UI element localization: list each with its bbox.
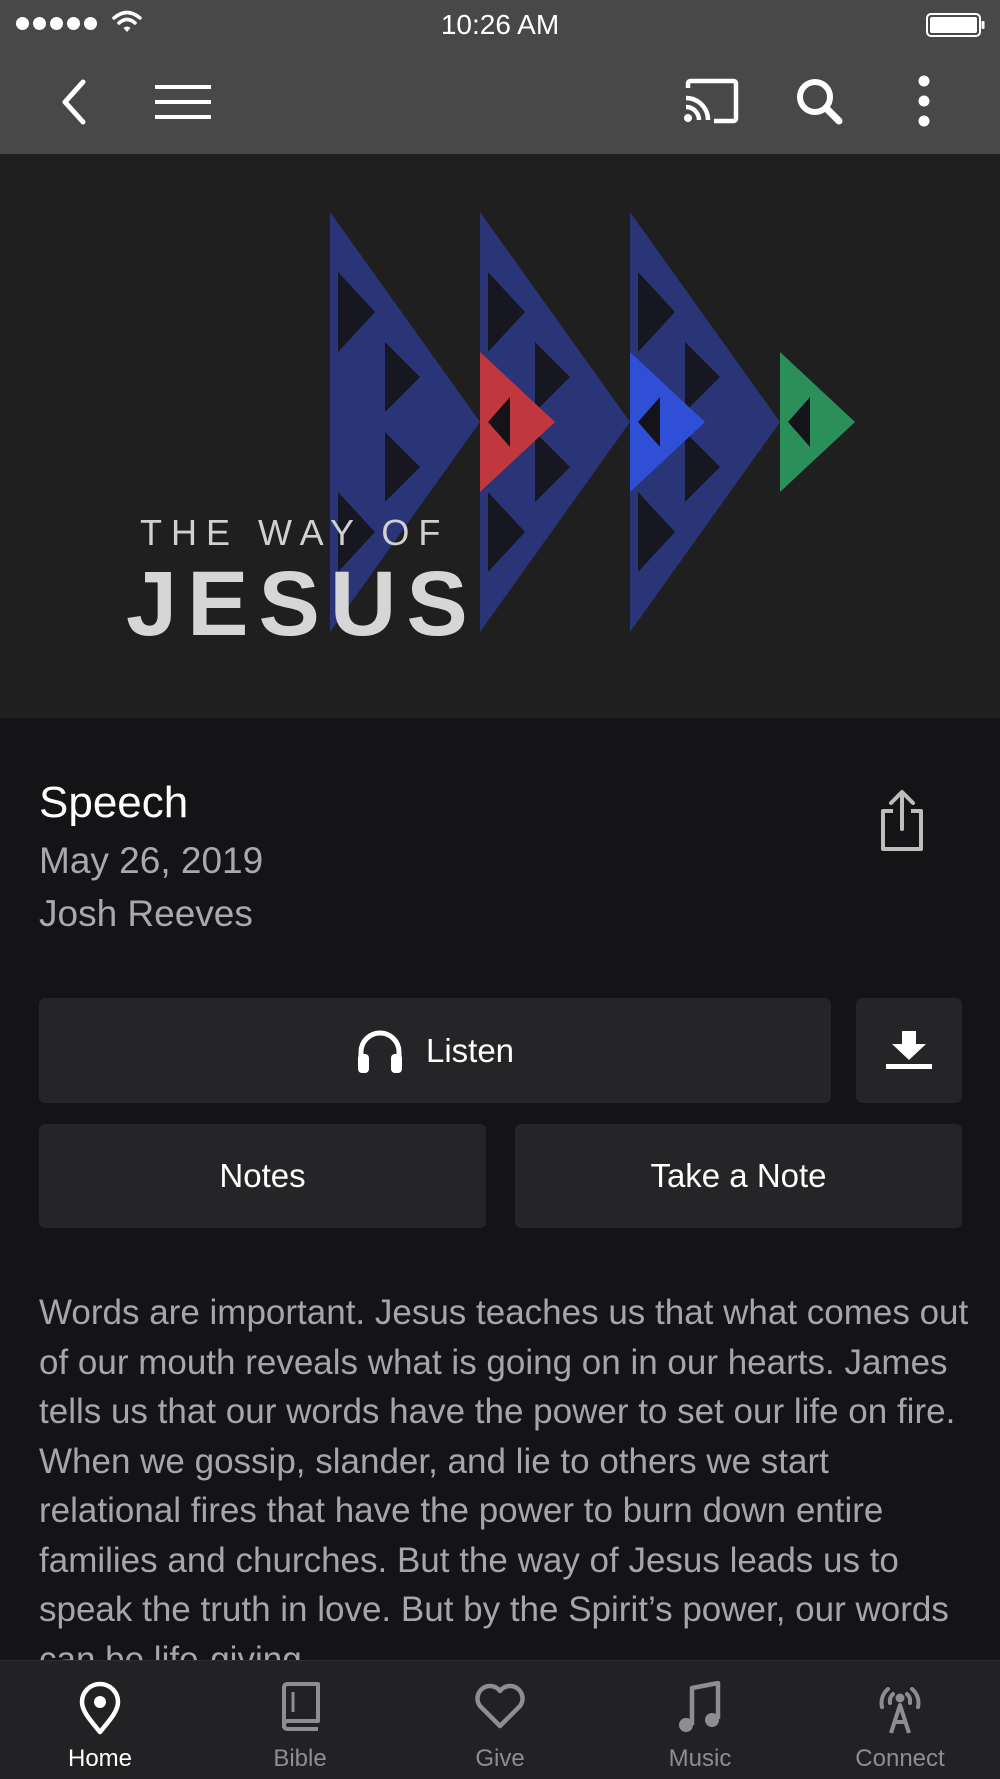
- cast-button[interactable]: [676, 68, 746, 134]
- menu-button[interactable]: [148, 72, 218, 132]
- sermon-speaker: Josh Reeves: [39, 893, 253, 934]
- series-title-line1: THE WAY OF: [140, 512, 450, 553]
- tab-connect[interactable]: Connect: [800, 1661, 1000, 1779]
- tab-give[interactable]: Give: [400, 1661, 600, 1779]
- listen-label: Listen: [425, 1031, 515, 1069]
- take-note-button[interactable]: Take a Note: [515, 1124, 962, 1228]
- tab-give-label: Give: [475, 1745, 525, 1772]
- sermon-title: Speech: [39, 778, 189, 827]
- top-nav-bar: [0, 50, 1000, 154]
- chevron-left-icon: [62, 79, 86, 125]
- tab-bible[interactable]: Bible: [200, 1661, 400, 1779]
- tab-music[interactable]: Music: [600, 1661, 800, 1779]
- search-button[interactable]: [784, 68, 854, 134]
- share-button[interactable]: [872, 788, 932, 854]
- cast-icon: [684, 78, 739, 124]
- status-bar: 10:26 AM: [0, 0, 1000, 50]
- series-title-line2: JESUS: [126, 553, 478, 655]
- bottom-tab-bar: Home Bible Give Music Connect: [0, 1660, 1000, 1779]
- take-note-label: Take a Note: [650, 1157, 827, 1194]
- tab-home-label: Home: [67, 1745, 133, 1772]
- tab-connect-label: Connect: [855, 1745, 945, 1772]
- broadcast-icon: [879, 1687, 921, 1734]
- notes-label: Notes: [219, 1157, 306, 1194]
- more-options-button[interactable]: [900, 68, 948, 134]
- download-button[interactable]: [856, 998, 962, 1103]
- heart-icon: [475, 1683, 525, 1729]
- location-pin-icon: [79, 1681, 121, 1735]
- sermon-series-artwork: THE WAY OF JESUS: [0, 154, 1000, 718]
- status-time: 10:26 AM: [440, 9, 560, 40]
- share-icon: [881, 790, 923, 851]
- sermon-date: May 26, 2019: [39, 840, 264, 881]
- tab-music-label: Music: [668, 1745, 732, 1772]
- book-icon: [282, 1682, 320, 1731]
- notes-button[interactable]: Notes: [39, 1124, 486, 1228]
- download-icon: [886, 1030, 932, 1069]
- headphones-icon: [357, 1030, 402, 1073]
- hamburger-menu-icon: [155, 85, 211, 119]
- listen-button[interactable]: Listen: [39, 998, 831, 1103]
- tab-bible-label: Bible: [273, 1745, 327, 1772]
- music-note-icon: [679, 1681, 721, 1732]
- sermon-description: Words are important. Jesus teaches us th…: [39, 1293, 969, 1679]
- back-button[interactable]: [44, 67, 104, 137]
- more-vertical-icon: [918, 75, 930, 127]
- search-icon: [797, 79, 843, 125]
- battery-icon: [926, 13, 985, 37]
- tab-home[interactable]: Home: [0, 1661, 200, 1779]
